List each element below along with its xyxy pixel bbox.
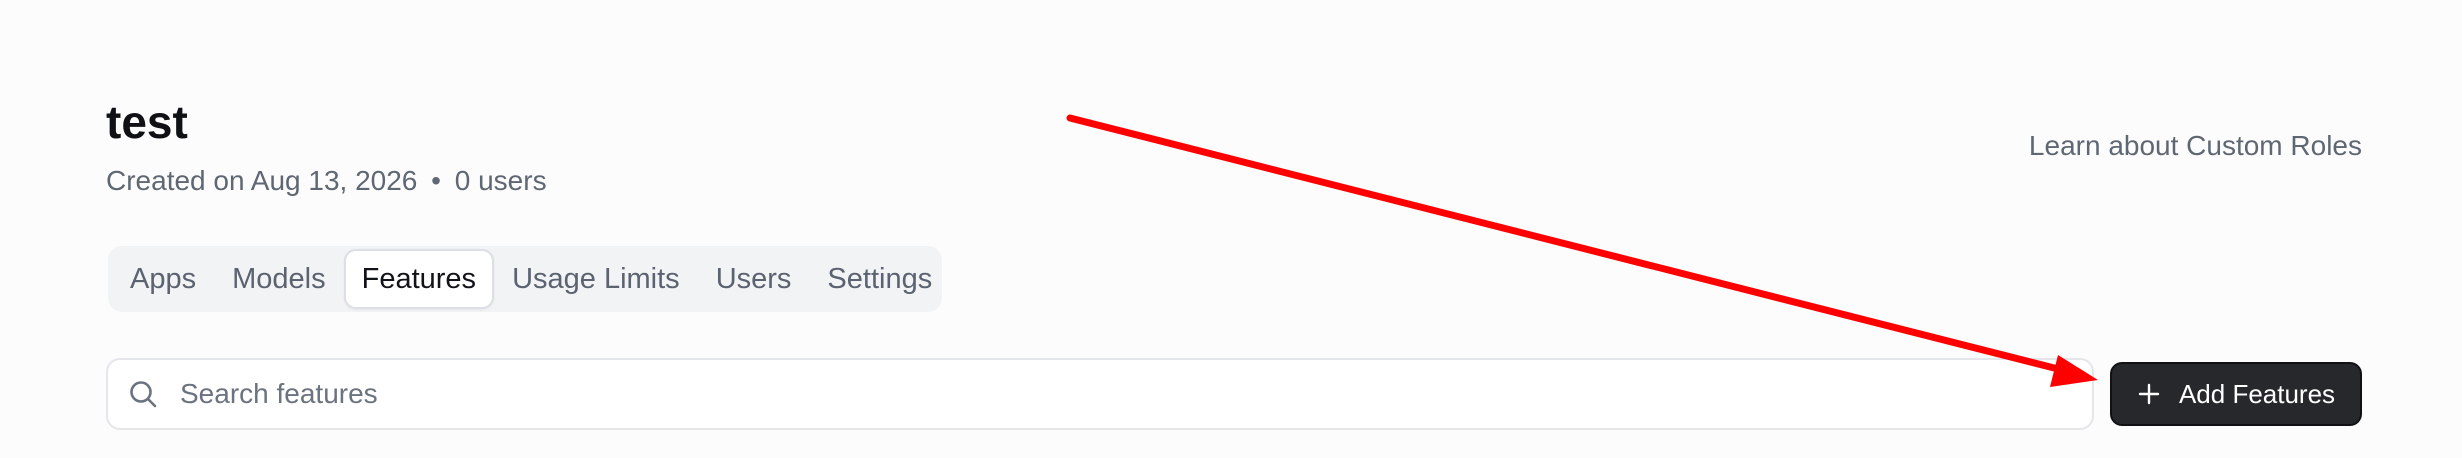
role-meta: Created on Aug 13, 2026 • 0 users <box>106 162 547 200</box>
search-box[interactable] <box>106 358 2094 430</box>
tab-usage-limits[interactable]: Usage Limits <box>494 249 698 309</box>
user-count: 0 users <box>454 165 547 196</box>
created-date: Created on Aug 13, 2026 <box>106 165 418 196</box>
plus-icon <box>2137 382 2161 406</box>
add-features-button[interactable]: Add Features <box>2110 362 2362 426</box>
tab-models[interactable]: Models <box>214 249 344 309</box>
tab-features[interactable]: Features <box>343 249 495 309</box>
tab-settings[interactable]: Settings <box>809 249 950 309</box>
page-title: test <box>106 96 188 148</box>
search-input[interactable] <box>180 378 2092 410</box>
meta-separator: • <box>431 165 441 196</box>
tab-users[interactable]: Users <box>698 249 810 309</box>
tab-apps[interactable]: Apps <box>112 249 214 309</box>
learn-custom-roles-link[interactable]: Learn about Custom Roles <box>2029 127 2362 165</box>
role-features-page: test Created on Aug 13, 2026 • 0 users L… <box>0 0 2462 458</box>
tab-bar: Apps Models Features Usage Limits Users … <box>108 246 942 312</box>
search-icon <box>126 377 160 411</box>
add-features-label: Add Features <box>2178 378 2336 409</box>
